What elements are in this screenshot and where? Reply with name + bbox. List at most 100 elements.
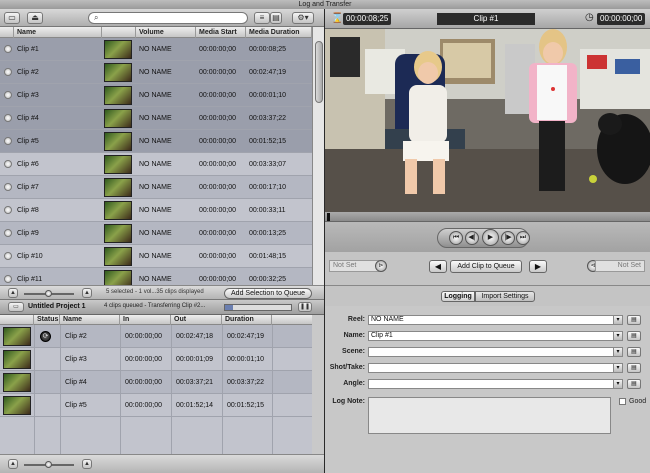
angle-label: Angle: bbox=[343, 380, 365, 387]
table-row[interactable]: Clip #5 NO NAME 00:00:00;00 00:01:52;15 bbox=[0, 130, 312, 153]
chevron-down-icon[interactable]: ▾ bbox=[613, 380, 622, 388]
header-thumb[interactable] bbox=[102, 27, 136, 38]
small-thumb-icon[interactable]: ▲ bbox=[8, 288, 18, 298]
project-folder-icon[interactable]: ▭ bbox=[8, 302, 24, 312]
good-checkbox[interactable] bbox=[619, 398, 626, 405]
row-status-radio[interactable] bbox=[4, 91, 12, 99]
action-menu-button[interactable]: ⚙▾ bbox=[292, 12, 314, 24]
table-row[interactable]: Clip #3 NO NAME 00:00:00;00 00:00:01;10 bbox=[0, 84, 312, 107]
previous-clip-button[interactable]: ◀ bbox=[429, 260, 447, 273]
row-status-radio[interactable] bbox=[4, 114, 12, 122]
step-back-button[interactable]: ◀| bbox=[465, 231, 479, 245]
list-view-button[interactable]: ≡ bbox=[254, 12, 270, 24]
large-thumb-icon[interactable]: ▲ bbox=[82, 288, 92, 298]
go-to-end-button[interactable]: ⏭ bbox=[516, 231, 530, 245]
angle-field[interactable]: ▾ bbox=[368, 379, 623, 389]
pause-icon: ❚❚ bbox=[299, 304, 311, 310]
out-point-field[interactable]: Not Set bbox=[595, 260, 645, 272]
step-forward-button[interactable]: |▶ bbox=[501, 231, 515, 245]
shot-take-options-button[interactable]: ▤ bbox=[627, 363, 641, 373]
table-row[interactable]: Clip #9 NO NAME 00:00:00;00 00:00:13;25 bbox=[0, 222, 312, 245]
row-status-radio[interactable] bbox=[4, 45, 12, 53]
row-status-radio[interactable] bbox=[4, 229, 12, 237]
table-row[interactable]: Clip #2 NO NAME 00:00:00;00 00:02:47;19 bbox=[0, 61, 312, 84]
thumbnail-view-button[interactable]: ▤ bbox=[270, 12, 282, 24]
queue-small-thumb-icon[interactable]: ▲ bbox=[8, 459, 18, 469]
browser-scrollbar[interactable] bbox=[312, 27, 324, 285]
table-row[interactable]: Clip #11 NO NAME 00:00:00;00 00:00:32;25 bbox=[0, 268, 312, 285]
clip-media-start: 00:00:00;00 bbox=[199, 69, 236, 76]
queue-thumb-knob[interactable] bbox=[45, 461, 52, 468]
row-status-radio[interactable] bbox=[4, 206, 12, 214]
table-row[interactable]: Clip #4 NO NAME 00:00:00;00 00:03:37;22 bbox=[0, 107, 312, 130]
pause-button[interactable]: ❚❚ bbox=[298, 302, 312, 312]
queue-row[interactable]: Clip #5 00:00:00;00 00:01:52;14 00:01:52;15 bbox=[0, 394, 312, 417]
import-folder-button[interactable]: ▭ bbox=[4, 12, 20, 24]
shot-take-field[interactable]: ▾ bbox=[368, 363, 623, 373]
thumb-size-knob[interactable] bbox=[45, 290, 52, 297]
search-input[interactable]: ⌕ bbox=[88, 12, 248, 24]
header-name[interactable]: Name bbox=[14, 27, 102, 38]
queue-header-name[interactable]: Name bbox=[60, 315, 120, 325]
scrollbar-thumb[interactable] bbox=[315, 41, 323, 103]
column-divider bbox=[120, 325, 121, 454]
playhead[interactable] bbox=[327, 213, 330, 221]
in-point-field[interactable]: Not Set bbox=[329, 260, 379, 272]
reel-options-button[interactable]: ▤ bbox=[627, 315, 641, 325]
scrub-bar[interactable] bbox=[325, 212, 650, 222]
clip-volume: NO NAME bbox=[139, 46, 172, 53]
eject-button[interactable]: ⏏ bbox=[27, 12, 43, 24]
row-status-radio[interactable] bbox=[4, 183, 12, 191]
go-to-start-icon: ⏮ bbox=[452, 234, 460, 241]
clip-media-duration: 00:01:48;15 bbox=[249, 253, 286, 260]
angle-options-button[interactable]: ▤ bbox=[627, 379, 641, 389]
chevron-down-icon[interactable]: ▾ bbox=[613, 348, 622, 356]
row-status-radio[interactable] bbox=[4, 137, 12, 145]
row-status-radio[interactable] bbox=[4, 68, 12, 76]
scene-options-button[interactable]: ▤ bbox=[627, 347, 641, 357]
header-media-start[interactable]: Media Start bbox=[196, 27, 246, 38]
header-volume[interactable]: Volume bbox=[136, 27, 196, 38]
table-row[interactable]: Clip #6 NO NAME 00:00:00;00 00:03:33;07 bbox=[0, 153, 312, 176]
queue-header-out[interactable]: Out bbox=[171, 315, 222, 325]
reel-field[interactable]: NO NAME ▾ bbox=[368, 315, 623, 325]
tab-logging[interactable]: Logging bbox=[441, 291, 475, 302]
table-row[interactable]: Clip #8 NO NAME 00:00:00;00 00:00:33;11 bbox=[0, 199, 312, 222]
queue-out: 00:03:37;21 bbox=[176, 379, 213, 386]
queue-header-thumb[interactable] bbox=[0, 315, 34, 325]
queue-row[interactable]: ⟳ Clip #2 00:00:00;00 00:02:47;18 00:02:47;1… bbox=[0, 325, 312, 348]
play-button[interactable]: ▶ bbox=[482, 229, 499, 246]
tab-import-settings[interactable]: Import Settings bbox=[475, 291, 535, 302]
current-timecode[interactable]: 00:00:00;00 bbox=[597, 13, 646, 25]
header-status[interactable] bbox=[0, 27, 14, 38]
add-selection-button[interactable]: Add Selection to Queue bbox=[224, 288, 312, 299]
chevron-down-icon[interactable]: ▾ bbox=[613, 332, 622, 340]
clip-media-duration: 00:00:13;25 bbox=[249, 230, 286, 237]
table-row[interactable]: Clip #1 NO NAME 00:00:00;00 00:00:08;25 bbox=[0, 38, 312, 61]
queue-row[interactable]: Clip #3 00:00:00;00 00:00:01;09 00:00:01;10 bbox=[0, 348, 312, 371]
name-options-button[interactable]: ▤ bbox=[627, 331, 641, 341]
duration-timecode[interactable]: 00:00:08;25 bbox=[343, 13, 392, 25]
video-frame bbox=[325, 29, 650, 212]
header-media-duration[interactable]: Media Duration bbox=[246, 27, 312, 38]
scene-field[interactable]: ▾ bbox=[368, 347, 623, 357]
row-status-radio[interactable] bbox=[4, 275, 12, 283]
row-status-radio[interactable] bbox=[4, 252, 12, 260]
add-clip-to-queue-button[interactable]: Add Clip to Queue bbox=[450, 260, 522, 273]
queue-header-in[interactable]: In bbox=[120, 315, 171, 325]
queue-large-thumb-icon[interactable]: ▲ bbox=[82, 459, 92, 469]
next-clip-button[interactable]: ▶ bbox=[529, 260, 547, 273]
queue-header-status[interactable]: Status bbox=[34, 315, 60, 325]
queue-header-duration[interactable]: Duration bbox=[222, 315, 272, 325]
chevron-down-icon[interactable]: ▾ bbox=[613, 316, 622, 324]
table-row[interactable]: Clip #10 NO NAME 00:00:00;00 00:01:48;15 bbox=[0, 245, 312, 268]
chevron-down-icon[interactable]: ▾ bbox=[613, 364, 622, 372]
row-status-radio[interactable] bbox=[4, 160, 12, 168]
go-to-start-button[interactable]: ⏮ bbox=[449, 231, 463, 245]
mark-in-button[interactable]: ⊳ bbox=[375, 260, 387, 272]
queue-row[interactable]: Clip #4 00:00:00;00 00:03:37;21 00:03:37;22 bbox=[0, 371, 312, 394]
clip-media-duration: 00:01:52;15 bbox=[249, 138, 286, 145]
name-field[interactable]: Clip #1 ▾ bbox=[368, 331, 623, 341]
table-row[interactable]: Clip #7 NO NAME 00:00:00;00 00:00:17;10 bbox=[0, 176, 312, 199]
log-note-field[interactable] bbox=[368, 397, 611, 434]
